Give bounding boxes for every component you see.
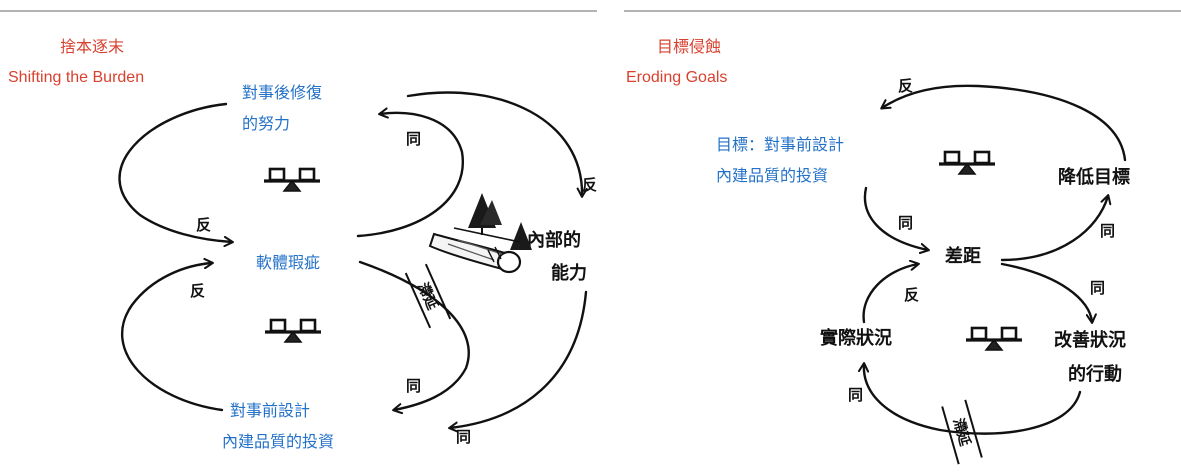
node-capability-line2: 能力	[551, 262, 587, 284]
label-fix-line2: 的努力	[242, 114, 290, 133]
polarity-action-to-actual: 同	[848, 386, 863, 404]
polarity-capability-to-invest: 同	[456, 428, 471, 446]
arrow-capability-to-invest	[450, 290, 588, 428]
diagram-canvas: 捨本逐末 Shifting the Burden 對事後修復 的努力 軟體瑕疵 …	[0, 10, 1181, 465]
left-title-zh: 捨本逐末	[60, 37, 124, 56]
arrow-gap-to-lower	[1000, 196, 1108, 262]
node-lower-goal: 降低目標	[1058, 166, 1130, 188]
label-invest-line1: 對事前設計	[230, 401, 310, 420]
arrow-fix-to-capability	[406, 91, 582, 196]
arrow-lower-to-goal	[882, 84, 1127, 162]
node-capability-line1: 內部的	[527, 229, 581, 251]
right-title-en: Eroding Goals	[626, 69, 727, 86]
trees-hill-illustration	[428, 193, 532, 274]
node-gap: 差距	[945, 245, 981, 267]
arrow-invest-to-problem	[120, 263, 224, 412]
balance-loop-icon-action	[964, 326, 1024, 352]
balance-loop-icon-upper	[262, 167, 322, 193]
polarity-invest-to-problem: 反	[190, 282, 205, 300]
polarity-fix-to-problem: 反	[196, 216, 211, 234]
label-invest-line2: 內建品質的投資	[222, 432, 334, 451]
node-action-line1: 改善狀況	[1054, 329, 1126, 351]
delay-marker-left: 滯延	[404, 263, 452, 329]
node-action-line2: 的行動	[1068, 363, 1122, 385]
polarity-goal-to-gap: 同	[898, 214, 913, 232]
polarity-lower-to-goal: 反	[898, 77, 913, 95]
balance-loop-icon-goal	[937, 150, 997, 176]
polarity-actual-to-gap: 反	[904, 286, 919, 304]
polarity-gap-to-action: 同	[1090, 279, 1105, 297]
label-fix-line1: 對事後修復	[242, 83, 322, 102]
polarity-gap-to-lower: 同	[1100, 222, 1115, 240]
balance-loop-icon-lower	[263, 318, 323, 344]
label-goal-line1: 目標：對事前設計	[716, 135, 844, 154]
right-title-zh: 目標侵蝕	[657, 37, 721, 56]
node-actual: 實際狀況	[820, 327, 892, 349]
label-problem: 軟體瑕疵	[256, 253, 320, 272]
polarity-problem-to-fix: 同	[406, 130, 421, 148]
polarity-problem-to-invest: 同	[406, 377, 421, 395]
left-title-en: Shifting the Burden	[8, 69, 144, 86]
arrow-fix-to-problem	[118, 102, 232, 242]
arrow-goal-to-gap	[863, 186, 928, 250]
arrow-gap-to-action	[1000, 262, 1092, 322]
label-goal-line2: 內建品質的投資	[716, 166, 828, 185]
delay-label-left: 滯延	[414, 280, 441, 313]
polarity-fix-to-capability: 反	[582, 176, 597, 194]
